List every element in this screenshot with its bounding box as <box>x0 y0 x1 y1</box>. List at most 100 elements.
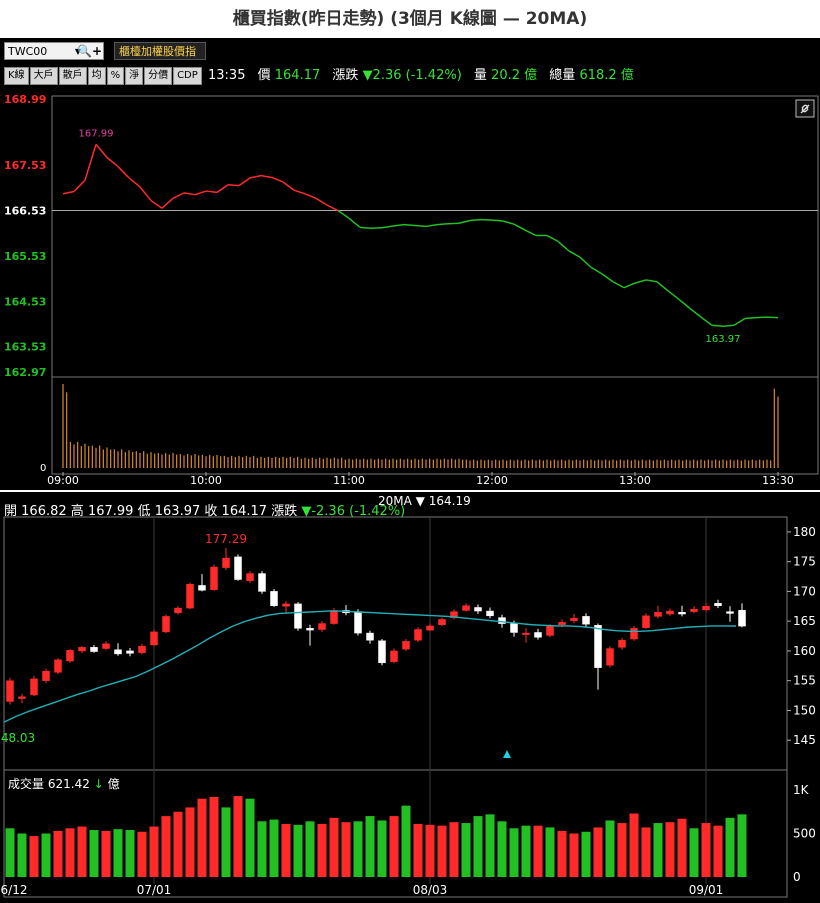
intraday-frame <box>51 95 819 475</box>
ohlc-header: 開 166.82 高 167.99 低 163.97 收 164.17 漲跌 ▼… <box>4 500 405 519</box>
candle-body <box>474 607 482 612</box>
candle-body <box>234 556 242 580</box>
price-line-segment <box>502 220 515 225</box>
volume-bar <box>689 828 699 877</box>
candle-body <box>306 628 314 631</box>
candle-body <box>714 603 722 606</box>
volume-bar <box>413 823 423 877</box>
link-button[interactable] <box>795 99 815 118</box>
candle-body <box>606 648 614 666</box>
page-title: 櫃買指數(昨日走勢) (3個月 K線圖 — 20MA) <box>0 0 820 38</box>
volume-bar <box>173 811 183 877</box>
candle-body <box>150 631 158 646</box>
price-line-segment <box>128 177 141 188</box>
candle-body <box>414 629 422 641</box>
volume-value: 621.42 <box>47 777 90 791</box>
price-line-segment <box>161 197 174 209</box>
kline-y-tick-label: 150 <box>793 703 816 717</box>
price-line-segment <box>227 183 240 187</box>
intraday-x-tick-label: 12:00 <box>476 474 508 487</box>
volume-bar <box>29 836 39 877</box>
intraday-y-tick-label: 164.53 <box>4 295 46 308</box>
price-line-segment <box>315 197 328 206</box>
price-line-segment <box>645 279 658 283</box>
candle-body <box>642 615 650 628</box>
price-line-segment <box>150 199 163 209</box>
price-line-segment <box>590 266 603 275</box>
high-label: 高 <box>70 504 84 519</box>
price-line-segment <box>249 174 262 179</box>
candle-body <box>402 641 410 650</box>
volume-bar <box>101 830 111 877</box>
intraday-y-tick-label: 162.97 <box>4 366 46 379</box>
volume-bar <box>353 821 363 877</box>
kline-x-tick-label: 07/01 <box>137 883 172 897</box>
volume-bar <box>341 822 351 877</box>
volume-bar <box>65 828 75 877</box>
candle-body <box>546 625 554 636</box>
volume-bar <box>461 823 471 877</box>
price-line-segment <box>425 223 438 228</box>
price-line-segment <box>337 209 350 219</box>
price-line-segment <box>656 281 669 292</box>
price-line-segment <box>689 307 702 318</box>
candle-body <box>570 617 578 621</box>
volume-bar <box>197 798 207 877</box>
ma-legend: 20MA ▼ 164.19 <box>378 494 471 508</box>
candle-body <box>102 643 110 649</box>
price-line-segment <box>183 192 196 196</box>
price-line-segment <box>524 229 537 237</box>
volume-bar <box>725 817 735 877</box>
volume-bar <box>41 833 51 877</box>
candle-body <box>618 639 626 648</box>
ma20-line <box>3 610 737 723</box>
volume-bar <box>269 819 279 877</box>
volume-bar <box>605 820 615 877</box>
candle-body <box>426 625 434 631</box>
candle-body <box>510 623 518 633</box>
price-line-segment <box>216 184 229 194</box>
price-line-segment <box>62 190 75 195</box>
price-line-segment <box>172 192 185 199</box>
price-line-segment <box>95 143 108 158</box>
price-line-segment <box>117 166 130 179</box>
price-line-segment <box>557 240 570 252</box>
price-line-segment <box>84 144 97 181</box>
volume-bar <box>5 828 15 877</box>
price-line-segment <box>260 174 273 179</box>
price-line-segment <box>612 281 625 289</box>
price-line-segment <box>733 317 746 326</box>
price-line-segment <box>513 223 526 231</box>
intraday-x-tick-label: 11:00 <box>333 474 365 487</box>
candle-body <box>174 607 182 614</box>
candle-body <box>270 591 278 606</box>
volume-bar <box>161 816 171 877</box>
volume-bar <box>305 821 315 877</box>
daily-kline-chart: 6/12 07/01 08/03 09/01 180 175 170 165 160 155 150… <box>1 516 816 898</box>
candle-body <box>318 623 326 630</box>
kline-y-tick-label: 170 <box>793 584 816 598</box>
intraday-y-tick-label: 168.99 <box>4 93 46 106</box>
candle-body <box>366 632 374 641</box>
candle-body <box>258 573 266 592</box>
candle-body <box>294 603 302 629</box>
candle-body <box>282 603 290 607</box>
price-line-segment <box>139 186 152 202</box>
kline-y-tick-label: 165 <box>793 614 816 628</box>
candle-body <box>6 680 14 702</box>
price-line-segment <box>601 273 614 283</box>
volume-bar <box>473 816 483 877</box>
intraday-chart: 168.99 167.53 166.53 165.53 164.53 163.53 162.… <box>4 93 819 487</box>
volume-bar <box>125 830 135 877</box>
volume-bar <box>641 827 651 877</box>
price-line-segment <box>304 193 317 200</box>
volume-bar <box>377 820 387 877</box>
candle-body <box>246 573 254 581</box>
volume-bar <box>569 833 579 877</box>
kline-y-tick-label: 160 <box>793 644 816 658</box>
intraday-low-label: 163.97 <box>706 334 741 345</box>
candle-body <box>114 649 122 655</box>
volume-bar <box>185 807 195 877</box>
volume-bar <box>17 833 27 877</box>
candle-body <box>438 619 446 625</box>
